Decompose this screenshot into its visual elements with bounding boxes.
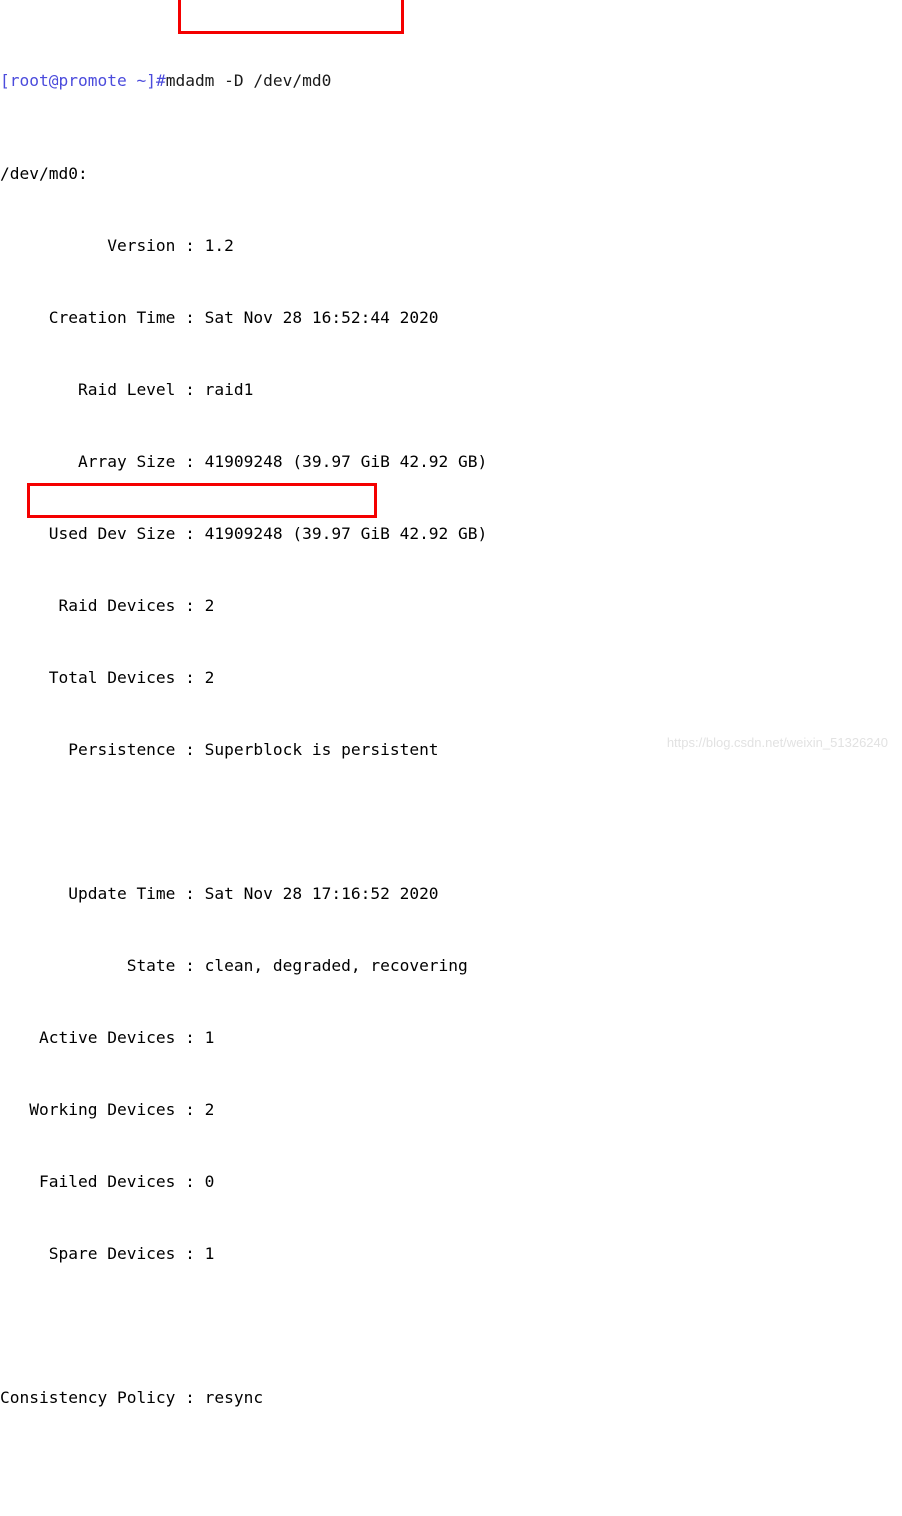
output-line-total-devices: Total Devices : 2 xyxy=(0,668,215,687)
command-text[interactable]: mdadm -D /dev/md0 xyxy=(166,71,332,90)
output-line-blank-2 xyxy=(0,1314,902,1338)
watermark-text: https://blog.csdn.net/weixin_51326240 xyxy=(666,735,888,750)
output-line-consistency-policy: Consistency Policy : resync xyxy=(0,1388,264,1407)
output-line-blank-3 xyxy=(0,1458,902,1482)
output-line-raid-level: Raid Level : raid1 xyxy=(0,380,254,399)
command-prompt-line[interactable]: [root@promote ~]#mdadm -D /dev/md0 xyxy=(0,69,902,90)
output-line-device: /dev/md0: xyxy=(0,164,88,183)
output-line-raid-devices: Raid Devices : 2 xyxy=(0,596,215,615)
prompt-open-bracket: [ xyxy=(0,71,10,90)
output-line-array-size: Array Size : 41909248 (39.97 GiB 42.92 G… xyxy=(0,452,488,471)
output-line-blank-1 xyxy=(0,810,902,834)
terminal-output: [root@promote ~]#mdadm -D /dev/md0 /dev/… xyxy=(0,0,902,1407)
prompt-hash-symbol: # xyxy=(155,71,166,90)
output-line-used-dev-size: Used Dev Size : 41909248 (39.97 GiB 42.9… xyxy=(0,524,488,543)
prompt-user-host: root@promote xyxy=(9,71,127,90)
prompt-close-bracket: ] xyxy=(146,71,156,90)
output-line-update-time: Update Time : Sat Nov 28 17:16:52 2020 xyxy=(0,884,439,903)
output-line-failed-devices: Failed Devices : 0 xyxy=(0,1172,215,1191)
output-line-spare-devices: Spare Devices : 1 xyxy=(0,1244,215,1263)
output-line-state: State : clean, degraded, recovering xyxy=(0,956,468,975)
output-line-working-devices: Working Devices : 2 xyxy=(0,1100,215,1119)
output-line-creation-time: Creation Time : Sat Nov 28 16:52:44 2020 xyxy=(0,308,439,327)
output-line-version: Version : 1.2 xyxy=(0,236,234,255)
output-line-active-devices: Active Devices : 1 xyxy=(0,1028,215,1047)
prompt-cwd-tilde: ~ xyxy=(126,71,147,90)
